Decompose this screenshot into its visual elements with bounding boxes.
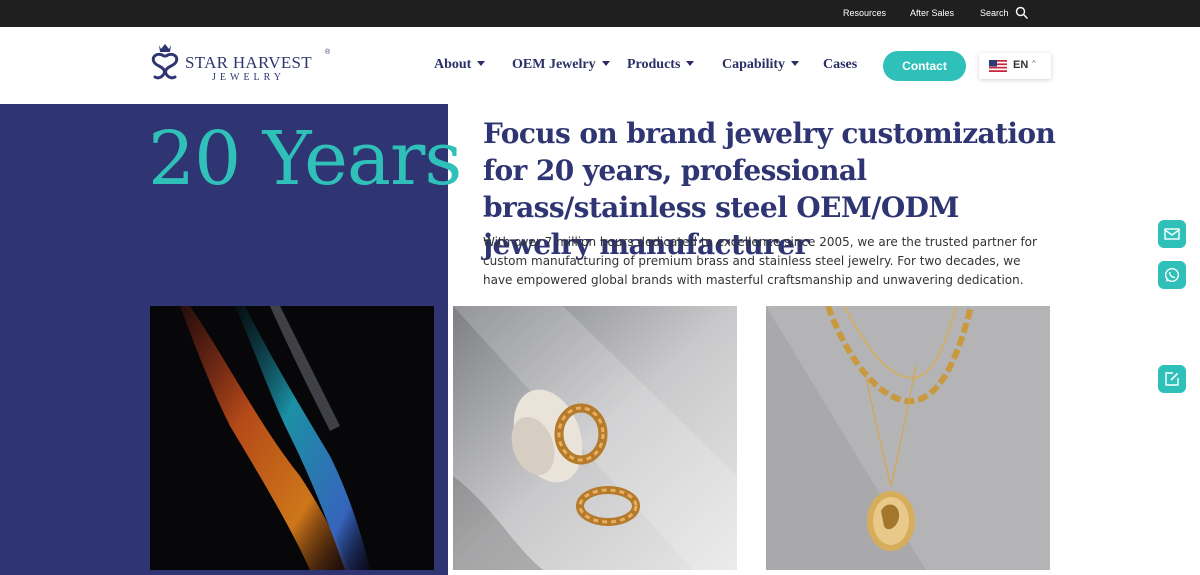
language-selector[interactable]: EN ^	[979, 53, 1051, 79]
nav-about[interactable]: About	[434, 57, 486, 73]
edit-icon	[1165, 372, 1179, 386]
email-icon	[1164, 228, 1180, 240]
nav-products-label: Products	[627, 57, 681, 72]
floating-edit-button[interactable]	[1158, 365, 1186, 393]
main-header: STAR HARVEST ® JEWELRY About OEM Jewelry…	[0, 27, 1200, 104]
resources-link[interactable]: Resources	[843, 8, 886, 18]
necklace-photo	[766, 306, 1050, 570]
logo-mark-icon	[151, 44, 179, 80]
nav-cases[interactable]: Cases	[823, 57, 857, 73]
chevron-up-icon: ^	[1032, 59, 1036, 68]
years-heading: 20 Years	[148, 116, 462, 202]
caret-down-icon	[601, 61, 610, 66]
caret-down-icon	[791, 61, 800, 66]
language-code: EN	[1013, 59, 1029, 71]
brand-name: STAR HARVEST	[185, 53, 312, 72]
caret-down-icon	[686, 61, 695, 66]
hero-description: With over 7 million hours dedicated to e…	[483, 235, 1037, 287]
search-icon[interactable]	[1015, 6, 1029, 20]
earrings-photo	[453, 306, 737, 570]
nav-cases-label: Cases	[823, 57, 858, 72]
contact-button[interactable]: Contact	[883, 51, 966, 81]
floating-whatsapp-button[interactable]	[1158, 261, 1186, 289]
brand-logo[interactable]: STAR HARVEST ® JEWELRY	[148, 42, 338, 86]
registered-mark: ®	[325, 49, 331, 56]
whatsapp-icon	[1164, 267, 1180, 283]
us-flag-icon	[989, 60, 1007, 72]
nav-about-label: About	[434, 57, 472, 72]
nav-oem-jewelry-label: OEM Jewelry	[512, 57, 596, 72]
nav-capability-label: Capability	[722, 57, 786, 72]
nav-oem-jewelry[interactable]: OEM Jewelry	[512, 57, 610, 73]
nav-products[interactable]: Products	[627, 57, 695, 73]
search-link[interactable]: Search	[980, 8, 1009, 18]
top-utility-bar: Resources After Sales Search	[0, 0, 1200, 27]
caret-down-icon	[477, 61, 486, 66]
brand-subtitle: JEWELRY	[212, 72, 285, 83]
nav-capability[interactable]: Capability	[722, 57, 800, 73]
floating-email-button[interactable]	[1158, 220, 1186, 248]
abstract-light-photo	[150, 306, 434, 570]
after-sales-link[interactable]: After Sales	[910, 8, 954, 18]
